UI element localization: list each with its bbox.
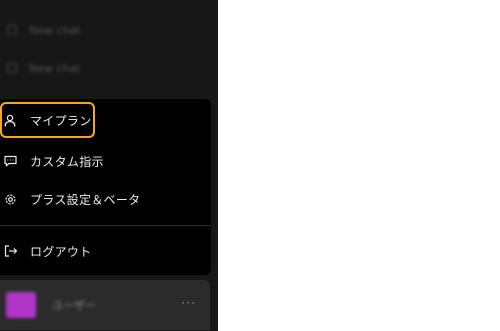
user-icon <box>4 113 22 127</box>
history-item[interactable]: New chat <box>0 15 218 45</box>
account-menu: マイプラン カスタム指示 プラス設定＆ベータ ログアウト <box>0 99 211 275</box>
my-plan-menu-item[interactable]: マイプラン <box>0 102 95 138</box>
avatar <box>6 292 36 318</box>
menu-divider <box>0 225 211 226</box>
chat-bubble-icon <box>7 25 17 35</box>
history-item[interactable]: New chat <box>0 53 218 83</box>
logout-label: ログアウト <box>30 244 92 259</box>
sidebar: New chat New chat マイプラン カスタム指示 プラス設定＆ベータ… <box>0 0 218 331</box>
custom-instructions-menu-item[interactable]: カスタム指示 <box>0 143 200 179</box>
history-item-label: New chat <box>29 23 81 37</box>
logout-menu-item[interactable]: ログアウト <box>0 233 200 269</box>
chat-bubble-icon <box>7 63 17 73</box>
my-plan-label: マイプラン <box>30 113 92 128</box>
settings-beta-menu-item[interactable]: プラス設定＆ベータ <box>0 181 200 217</box>
chat-icon <box>4 154 22 168</box>
gear-icon <box>4 192 22 206</box>
settings-beta-label: プラス設定＆ベータ <box>30 192 141 207</box>
custom-instructions-label: カスタム指示 <box>30 154 104 169</box>
user-account-button[interactable]: ユーザー ··· <box>0 280 210 330</box>
logout-icon <box>4 244 22 258</box>
history-item-label: New chat <box>29 61 81 75</box>
main-content <box>218 0 500 331</box>
more-options-icon[interactable]: ··· <box>182 296 196 310</box>
user-name: ユーザー <box>52 299 96 312</box>
